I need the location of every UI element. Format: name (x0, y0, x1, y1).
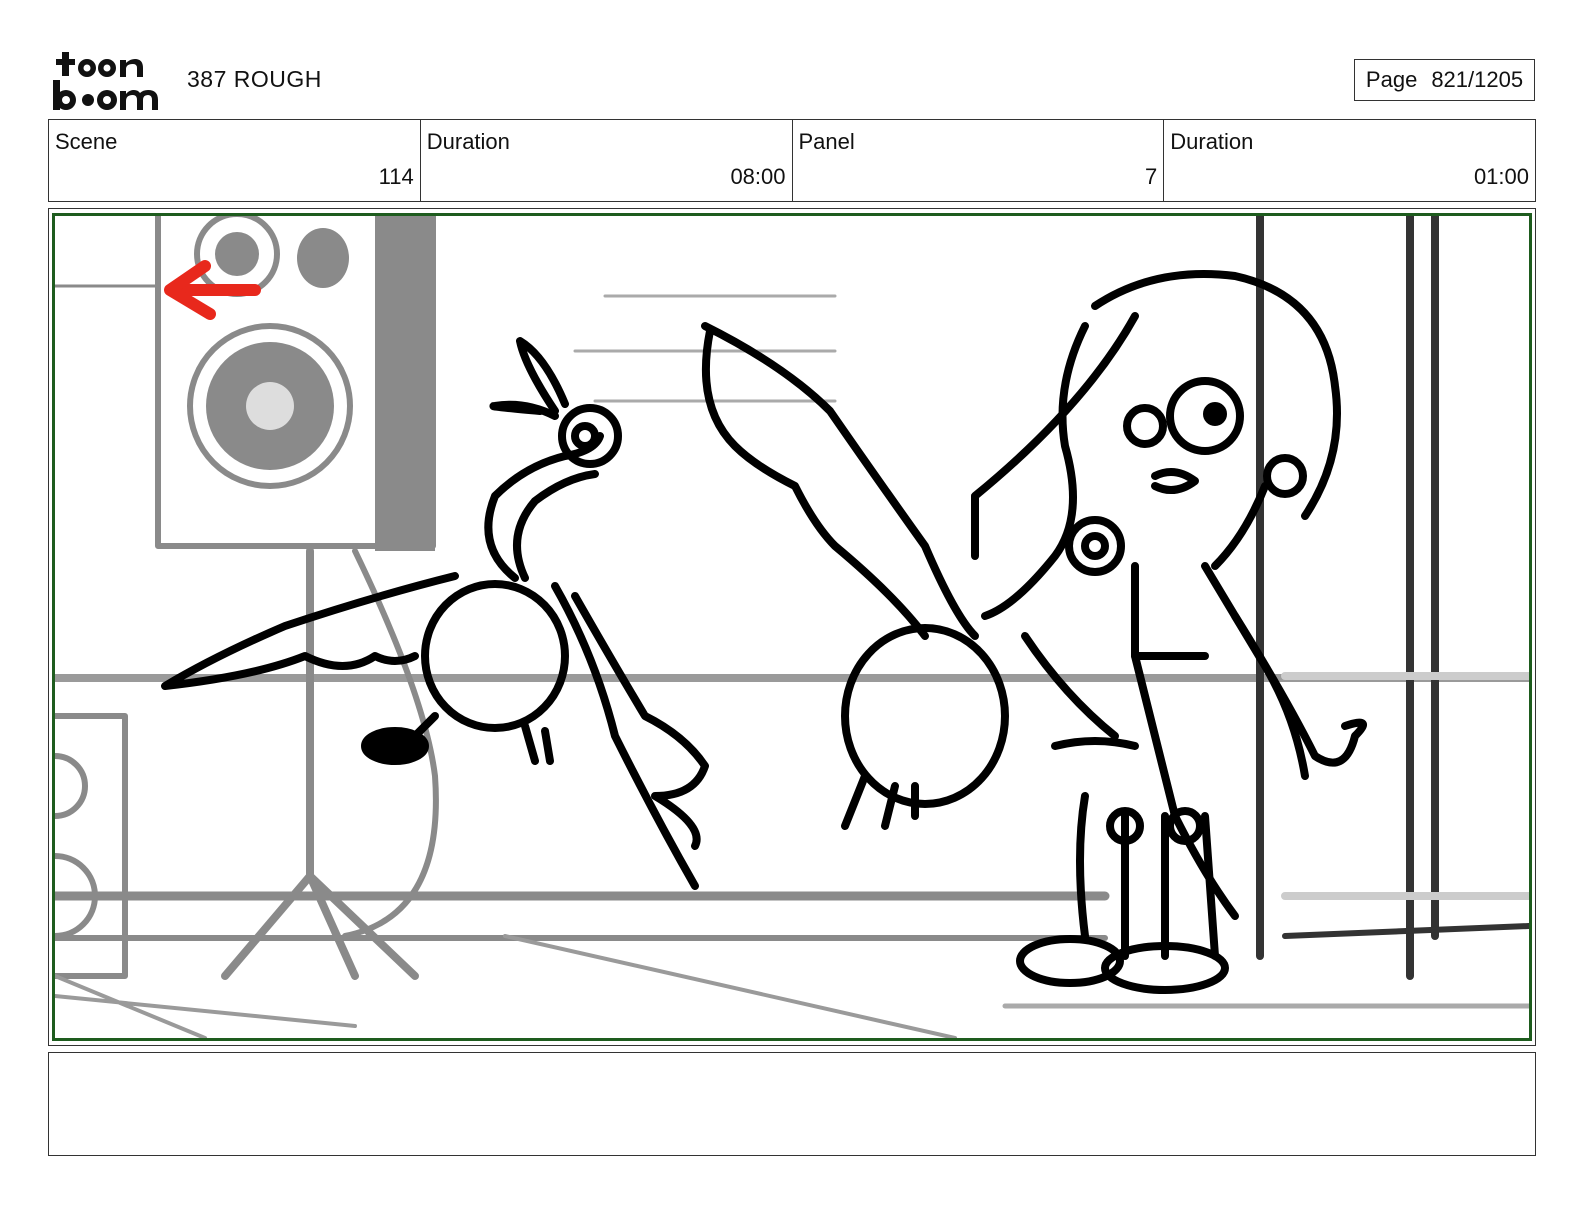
page-indicator: Page 821/1205 (1354, 59, 1535, 101)
page-number: 821/1205 (1431, 67, 1524, 92)
page-label: Page (1365, 67, 1418, 92)
panel-duration-value: 01:00 (1473, 164, 1529, 189)
scene-duration-label: Duration (426, 129, 510, 154)
scene-duration-cell: Duration 08:00 (421, 120, 793, 201)
toon-boom-logo (52, 50, 162, 112)
scene-cell: Scene 114 (49, 120, 421, 201)
panel-notes-area (48, 1052, 1536, 1156)
panel-duration-label: Duration (1170, 129, 1254, 154)
panel-duration-cell: Duration 01:00 (1164, 120, 1535, 201)
storyboard-drawing (52, 213, 1532, 1041)
panel-label: Panel (798, 129, 855, 154)
scene-number: 114 (378, 164, 414, 189)
panel-cell: Panel 7 (793, 120, 1165, 201)
panel-info-bar: Scene 114 Duration 08:00 Panel 7 Duratio… (48, 119, 1536, 202)
scene-label: Scene (55, 129, 118, 154)
panel-number: 7 (1145, 164, 1158, 189)
scene-duration-value: 08:00 (730, 164, 786, 189)
project-title: 387 ROUGH (187, 66, 322, 92)
